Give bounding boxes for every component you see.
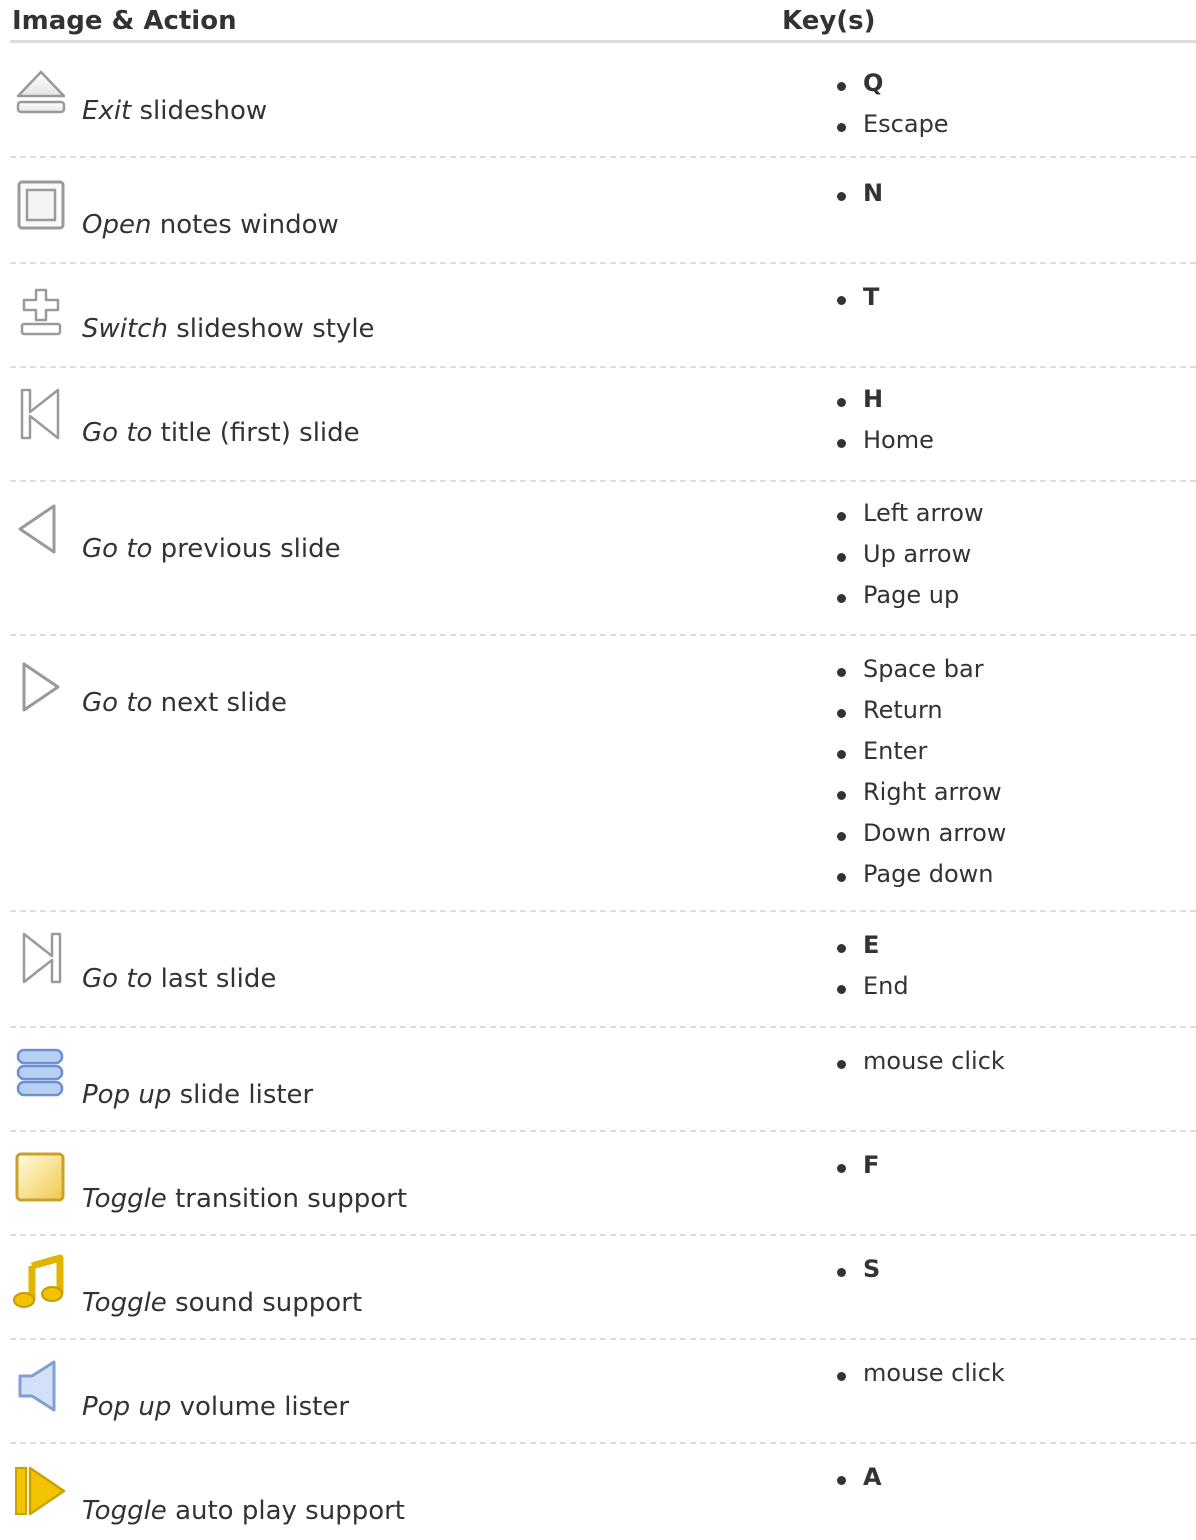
key-list: Left arrow Up arrow Page up <box>834 494 984 617</box>
key-item: Left arrow <box>834 494 984 535</box>
key-item: Right arrow <box>834 773 1006 814</box>
action-text: auto play support <box>166 1496 405 1526</box>
key-item: Home <box>834 421 934 462</box>
key-list: mouse click <box>834 1354 1005 1395</box>
action-label: Go to title (first) slide <box>82 418 360 448</box>
action-verb: Exit <box>82 96 132 126</box>
action-label: Toggle auto play support <box>82 1496 405 1526</box>
action-label: Toggle transition support <box>82 1184 407 1214</box>
last-slide-icon <box>12 930 70 988</box>
row-divider <box>10 1442 1196 1444</box>
action-verb: Toggle <box>82 1288 167 1318</box>
key-item: T <box>834 278 879 319</box>
key-item: mouse click <box>834 1354 1005 1395</box>
key-item: H <box>834 380 934 421</box>
action-label: Switch slideshow style <box>82 314 375 344</box>
key-item: Enter <box>834 732 1006 773</box>
slide-lister-icon <box>12 1046 70 1104</box>
row-divider <box>10 1338 1196 1340</box>
key-list: A <box>834 1458 882 1499</box>
action-label: Toggle sound support <box>82 1288 362 1318</box>
table-header: Image & Action Key(s) <box>0 0 1196 43</box>
key-list: N <box>834 174 883 215</box>
speaker-icon <box>12 1358 70 1416</box>
row-divider <box>10 1026 1196 1028</box>
key-list: T <box>834 278 879 319</box>
header-image-action: Image & Action <box>12 6 237 36</box>
key-item: Q <box>834 64 949 105</box>
action-label: Go to next slide <box>82 688 287 718</box>
action-label: Open notes window <box>82 210 339 240</box>
key-item: F <box>834 1146 879 1187</box>
eject-icon <box>12 64 70 122</box>
key-list: E End <box>834 926 909 1008</box>
music-note-icon <box>12 1254 70 1312</box>
action-text: slideshow <box>131 96 268 126</box>
key-list: mouse click <box>834 1042 1005 1083</box>
key-item: Page down <box>834 855 1006 896</box>
auto-play-icon <box>12 1462 70 1520</box>
action-label: Pop up slide lister <box>82 1080 313 1110</box>
action-verb: Switch <box>82 314 168 344</box>
key-item: Page up <box>834 576 984 617</box>
row-divider <box>10 156 1196 158</box>
key-item: End <box>834 967 909 1008</box>
key-item: A <box>834 1458 882 1499</box>
action-verb: Toggle <box>82 1184 167 1214</box>
action-verb: Toggle <box>82 1496 167 1526</box>
key-item: Return <box>834 691 1006 732</box>
key-item: S <box>834 1250 880 1291</box>
row-divider <box>10 634 1196 636</box>
action-verb: Go to <box>82 534 153 564</box>
action-text: next slide <box>152 688 288 718</box>
row-divider <box>10 262 1196 264</box>
key-item: mouse click <box>834 1042 1005 1083</box>
style-switch-icon <box>12 284 70 342</box>
action-verb: Pop up <box>82 1392 172 1422</box>
action-text: notes window <box>151 210 339 240</box>
action-text: transition support <box>166 1184 408 1214</box>
row-divider <box>10 1234 1196 1236</box>
action-label: Pop up volume lister <box>82 1392 349 1422</box>
action-text: slide lister <box>171 1080 314 1110</box>
previous-icon <box>12 500 70 558</box>
action-verb: Go to <box>82 964 153 994</box>
action-label: Go to last slide <box>82 964 276 994</box>
key-list: H Home <box>834 380 934 462</box>
key-list: S <box>834 1250 880 1291</box>
key-list: F <box>834 1146 879 1187</box>
action-text: last slide <box>152 964 277 994</box>
action-verb: Go to <box>82 418 153 448</box>
first-slide-icon <box>12 386 70 444</box>
action-text: title (first) slide <box>152 418 360 448</box>
next-icon <box>12 658 70 716</box>
row-divider <box>10 480 1196 482</box>
key-item: E <box>834 926 909 967</box>
transition-icon <box>12 1150 70 1208</box>
key-item: Space bar <box>834 650 1006 691</box>
key-item: Down arrow <box>834 814 1006 855</box>
action-verb: Open <box>82 210 152 240</box>
action-text: volume lister <box>171 1392 350 1422</box>
action-verb: Pop up <box>82 1080 172 1110</box>
action-text: slideshow style <box>167 314 375 344</box>
header-rule <box>10 40 1196 43</box>
key-list: Space bar Return Enter Right arrow Down arro… <box>834 650 1006 896</box>
key-item: N <box>834 174 883 215</box>
key-item: Up arrow <box>834 535 984 576</box>
window-icon <box>12 178 70 236</box>
key-list: Q Escape <box>834 64 949 146</box>
action-label: Go to previous slide <box>82 534 341 564</box>
row-divider <box>10 1130 1196 1132</box>
row-divider <box>10 910 1196 912</box>
action-text: previous slide <box>152 534 341 564</box>
row-divider <box>10 366 1196 368</box>
header-keys: Key(s) <box>782 6 876 36</box>
action-verb: Go to <box>82 688 153 718</box>
key-item: Escape <box>834 105 949 146</box>
action-text: sound support <box>166 1288 363 1318</box>
action-label: Exit slideshow <box>82 96 267 126</box>
